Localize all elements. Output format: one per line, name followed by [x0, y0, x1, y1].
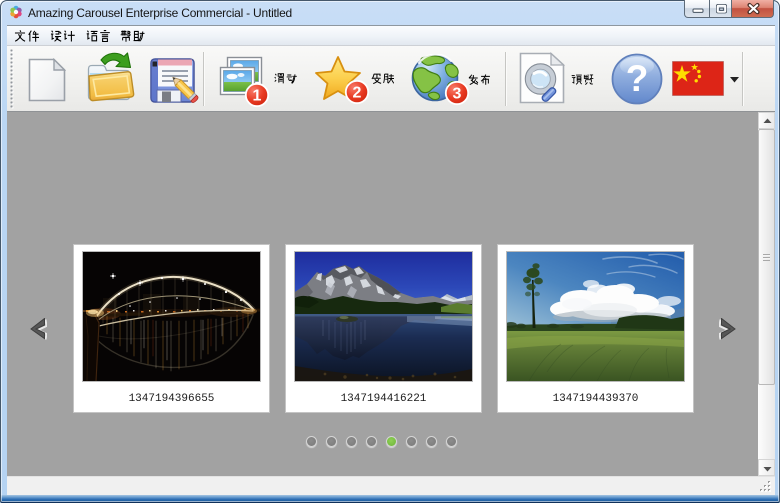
svg-text:?: ? — [626, 58, 649, 99]
svg-text:1: 1 — [253, 88, 262, 105]
svg-text:2: 2 — [353, 85, 362, 102]
svg-text:3: 3 — [453, 86, 462, 103]
